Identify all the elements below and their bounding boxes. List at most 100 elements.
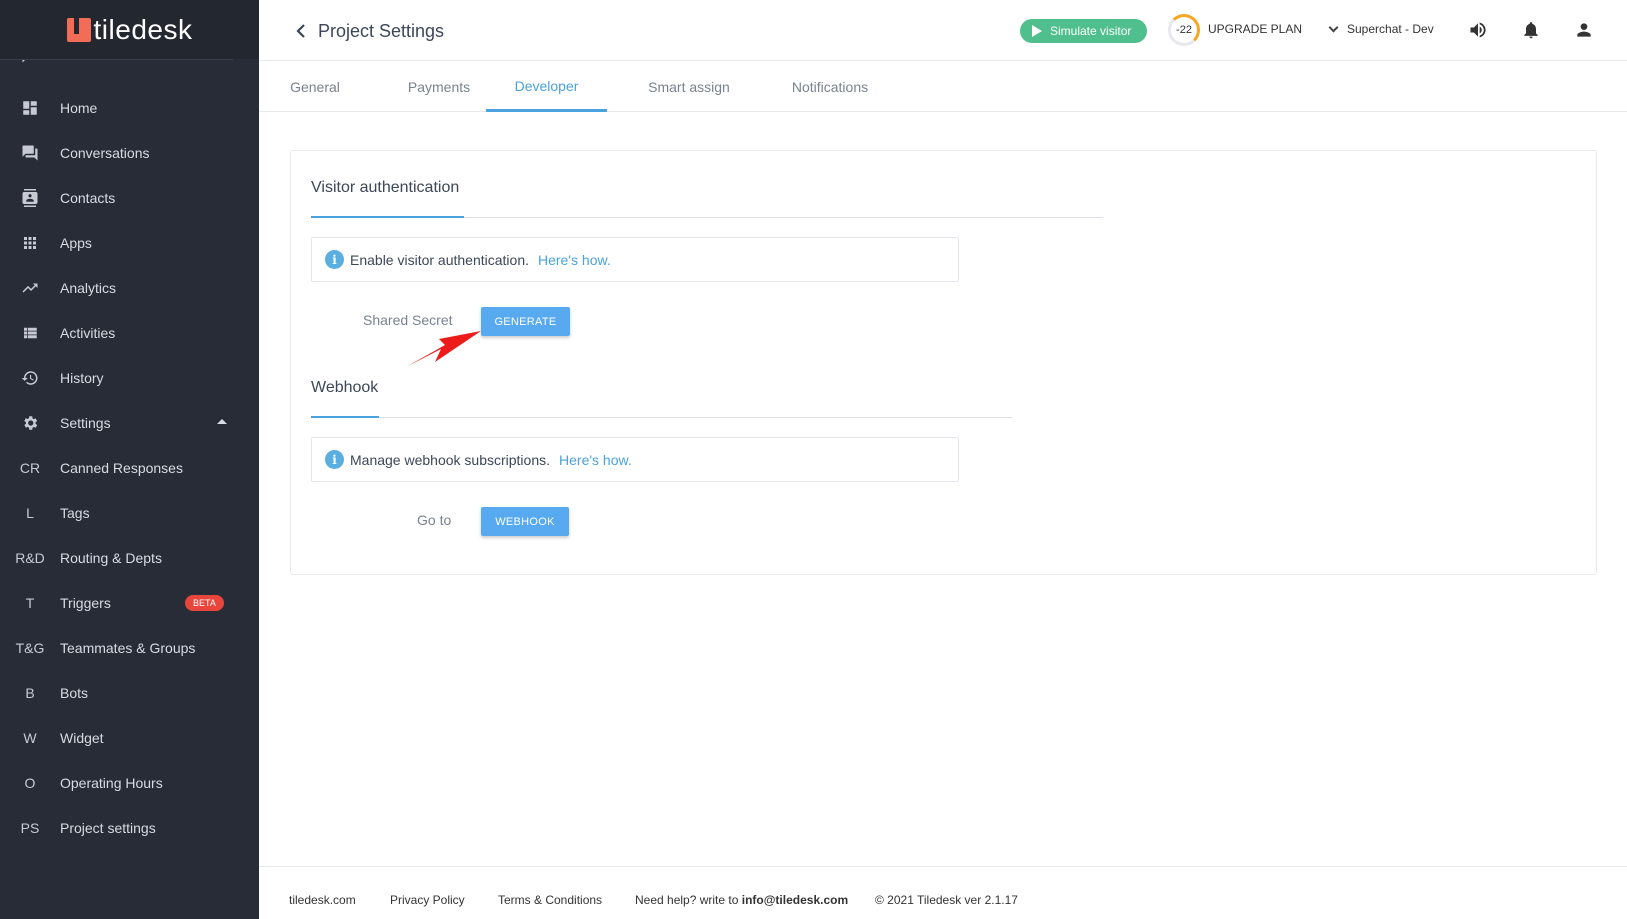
sidebar-item-label: Analytics [60, 279, 117, 296]
footer-help-email[interactable]: info@tiledesk.com [742, 893, 848, 907]
project-selector[interactable]: Superchat - Dev [1328, 22, 1434, 36]
developer-settings-card: Visitor authentication i Enable visitor … [290, 150, 1597, 575]
visitor-auth-info-box: i Enable visitor authentication. Here's … [311, 237, 959, 282]
home-icon [0, 98, 60, 116]
footer-copyright: © 2021 Tiledesk ver 2.1.17 [875, 893, 1018, 907]
sidebar-item-routing[interactable]: R&D Routing & Depts [0, 535, 259, 580]
bell-icon[interactable] [1521, 20, 1541, 40]
beta-badge: BETA [185, 595, 224, 611]
divider [0, 59, 233, 60]
footer-terms-link[interactable]: Terms & Conditions [498, 893, 602, 907]
sidebar-item-project-settings[interactable]: PS Project settings [0, 805, 259, 850]
trial-countdown: -22 [1168, 14, 1200, 46]
chevron-down-icon [1328, 22, 1339, 32]
footer-site-link[interactable]: tiledesk.com [289, 893, 356, 907]
sidebar-item-label: Triggers [60, 594, 111, 611]
sidebar-abbr: W [23, 729, 37, 746]
user-icon[interactable] [1574, 20, 1594, 40]
logo-mark-icon [66, 17, 91, 42]
tiledesk-logo[interactable]: tiledesk [0, 0, 259, 59]
sidebar-item-canned-responses[interactable]: CR Canned Responses [0, 445, 259, 490]
sidebar-item-home[interactable]: Home [0, 85, 259, 130]
sidebar-item-activities[interactable]: Activities [0, 310, 259, 355]
shared-secret-label: Shared Secret [363, 312, 453, 328]
sidebar-item-widget[interactable]: W Widget [0, 715, 259, 760]
sidebar-item-bots[interactable]: B Bots [0, 670, 259, 715]
sidebar-item-settings[interactable]: Settings [0, 400, 259, 445]
footer-privacy-link[interactable]: Privacy Policy [390, 893, 465, 907]
go-to-label: Go to [417, 512, 452, 528]
sidebar-item-history[interactable]: History [0, 355, 259, 400]
sidebar-item-label: Home [60, 99, 98, 116]
sidebar-item-label: Tags [60, 504, 90, 521]
sidebar-item-label: Activities [60, 324, 116, 341]
info-icon: i [325, 250, 344, 269]
back-icon[interactable] [294, 22, 308, 40]
info-text: Enable visitor authentication. [350, 251, 529, 268]
sidebar-item-label: Project settings [60, 819, 156, 836]
webhook-title: Webhook [311, 379, 379, 396]
sidebar-item-conversations[interactable]: Conversations [0, 130, 259, 175]
info-text: Manage webhook subscriptions. [350, 451, 551, 468]
tab-developer[interactable]: Developer [486, 62, 607, 112]
footer-help: Need help? write to info@tiledesk.com [635, 893, 848, 907]
sound-icon[interactable] [1468, 20, 1488, 40]
sidebar-item-analytics[interactable]: Analytics [0, 265, 259, 310]
trial-days: -22 [1176, 24, 1192, 36]
webhook-button[interactable]: WEBHOOK [481, 507, 569, 536]
project-name: Superchat - Dev [1347, 22, 1434, 36]
section-underline [311, 216, 464, 218]
section-underline [311, 416, 379, 418]
sidebar-abbr: T [25, 594, 35, 611]
sidebar-item-label: Teammates & Groups [60, 639, 196, 656]
upgrade-plan-link[interactable]: UPGRADE PLAN [1208, 22, 1302, 36]
sidebar-item-tags[interactable]: L Tags [0, 490, 259, 535]
sidebar-item-label: Conversations [60, 144, 150, 161]
sidebar-item-teammates[interactable]: T&G Teammates & Groups [0, 625, 259, 670]
sidebar-abbr: R&D [15, 549, 45, 566]
sidebar-item-label: Apps [60, 234, 92, 251]
sidebar-abbr: L [26, 504, 34, 521]
sidebar-item-apps[interactable]: Apps [0, 220, 259, 265]
info-icon: i [325, 450, 344, 469]
red-arrow-annotation [406, 331, 481, 367]
footer: tiledesk.com Privacy Policy Terms & Cond… [259, 866, 1627, 919]
sidebar-item-label: Routing & Depts [60, 549, 162, 566]
tab-smart-assign[interactable]: Smart assign [629, 62, 749, 112]
footer-help-prefix: Need help? write to [635, 893, 742, 907]
history-icon [0, 368, 60, 386]
sidebar-item-label: History [60, 369, 104, 386]
visitor-auth-help-link[interactable]: Here's how. [538, 252, 611, 268]
tab-general[interactable]: General [273, 62, 357, 112]
sidebar-abbr: PS [20, 819, 40, 836]
settings-tabs: General Payments Developer Smart assign … [259, 62, 1627, 112]
play-icon [1032, 25, 1042, 37]
sidebar-abbr: T&G [15, 639, 45, 656]
simulate-visitor-button[interactable]: Simulate visitor [1020, 19, 1147, 43]
sidebar-item-label: Operating Hours [60, 774, 163, 791]
conversations-icon [0, 143, 60, 161]
tab-payments[interactable]: Payments [384, 62, 494, 112]
divider [311, 417, 1012, 418]
page-title: Project Settings [318, 21, 445, 41]
sidebar-item-label: Contacts [60, 189, 116, 206]
sidebar-item-label: Bots [60, 684, 89, 701]
sidebar: Chat tiledesk Home Conversations Contact… [0, 0, 259, 919]
webhook-info-box: i Manage webhook subscriptions. Here's h… [311, 437, 959, 482]
analytics-icon [0, 278, 60, 296]
sidebar-item-operating-hours[interactable]: O Operating Hours [0, 760, 259, 805]
logo-text: tiledesk [93, 13, 193, 45]
sidebar-item-triggers[interactable]: T Triggers BETA [0, 580, 259, 625]
sidebar-item-contacts[interactable]: Contacts [0, 175, 259, 220]
simulate-visitor-label: Simulate visitor [1050, 24, 1132, 38]
sidebar-item-label: Canned Responses [60, 459, 183, 476]
gear-icon [0, 413, 60, 431]
generate-button[interactable]: GENERATE [481, 307, 570, 336]
webhook-help-link[interactable]: Here's how. [559, 452, 632, 468]
sidebar-item-label: Settings [60, 414, 111, 431]
sidebar-abbr: B [25, 684, 35, 701]
contacts-icon [0, 188, 60, 207]
sidebar-nav: Home Conversations Contacts Apps Analyti… [0, 85, 259, 850]
tab-notifications[interactable]: Notifications [770, 62, 890, 112]
activities-icon [0, 323, 60, 341]
